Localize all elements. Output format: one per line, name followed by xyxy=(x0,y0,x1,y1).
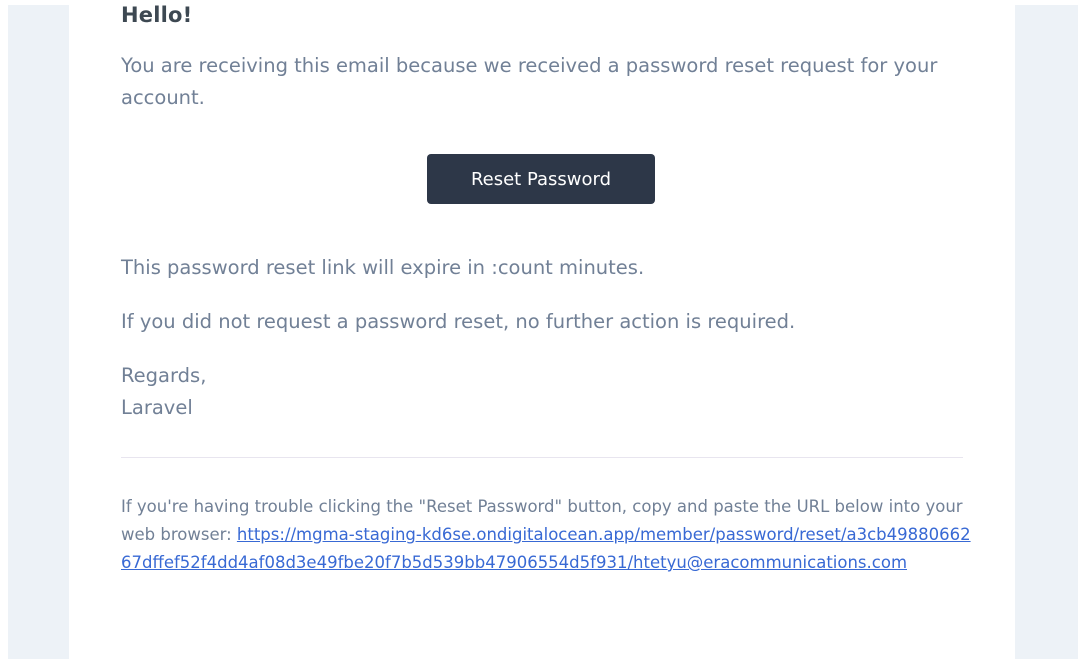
subcopy: If you're having trouble clicking the "R… xyxy=(121,493,971,577)
signoff: Regards, Laravel xyxy=(121,360,421,424)
expiry-note: This password reset link will expire in … xyxy=(121,256,645,279)
reset-url-link[interactable]: https://mgma-staging-kd6se.ondigitalocea… xyxy=(121,525,971,572)
subcopy-divider xyxy=(121,457,963,458)
signature: Laravel xyxy=(121,396,193,419)
salutation: Regards, xyxy=(121,364,207,387)
greeting-heading: Hello! xyxy=(121,3,193,27)
intro-text: You are receiving this email because we … xyxy=(121,54,938,109)
reset-password-button[interactable]: Reset Password xyxy=(427,154,655,204)
no-action-note: If you did not request a password reset,… xyxy=(121,310,796,333)
